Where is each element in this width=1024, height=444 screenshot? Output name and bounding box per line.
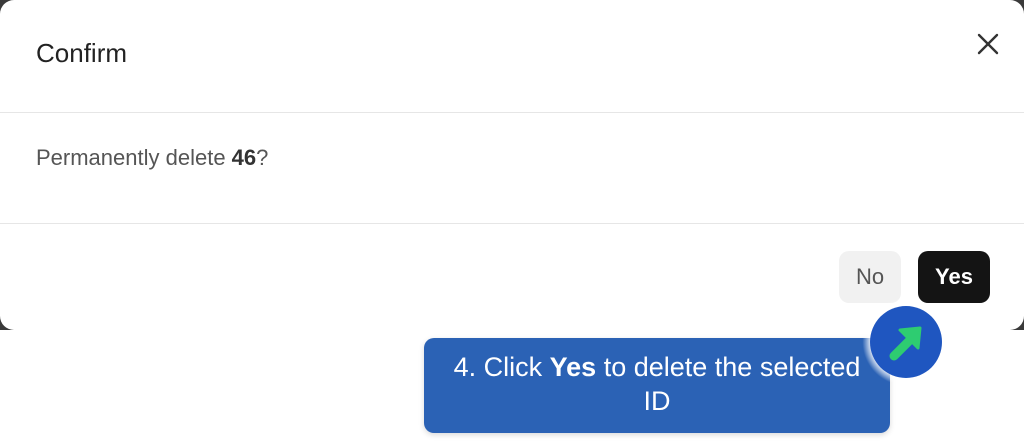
message-target-id: 46 xyxy=(231,145,257,170)
confirm-message: Permanently delete 46? xyxy=(36,145,268,171)
tutorial-pointer xyxy=(862,298,950,386)
dialog-header: Confirm xyxy=(0,0,1024,113)
callout-emphasis: Yes xyxy=(549,352,597,382)
callout-suffix: to delete the selected ID xyxy=(596,352,861,416)
close-button[interactable] xyxy=(970,30,1006,60)
tutorial-callout: 4. Click Yes to delete the selected ID xyxy=(424,338,890,433)
screen: Confirm Permanently delete 46? No Yes 4.… xyxy=(0,0,1024,444)
close-icon xyxy=(970,30,1006,60)
dialog-title: Confirm xyxy=(36,38,128,68)
message-suffix: ? xyxy=(256,145,269,170)
no-button[interactable]: No xyxy=(839,251,901,303)
dialog-body: Permanently delete 46? xyxy=(0,113,1024,224)
confirm-dialog: Confirm Permanently delete 46? No Yes xyxy=(0,0,1024,330)
message-prefix: Permanently delete xyxy=(36,145,232,170)
callout-prefix: 4. Click xyxy=(453,352,550,382)
pointer-circle xyxy=(870,306,942,378)
callout-text: 4. Click Yes to delete the selected ID xyxy=(444,350,870,418)
yes-button[interactable]: Yes xyxy=(918,251,990,303)
